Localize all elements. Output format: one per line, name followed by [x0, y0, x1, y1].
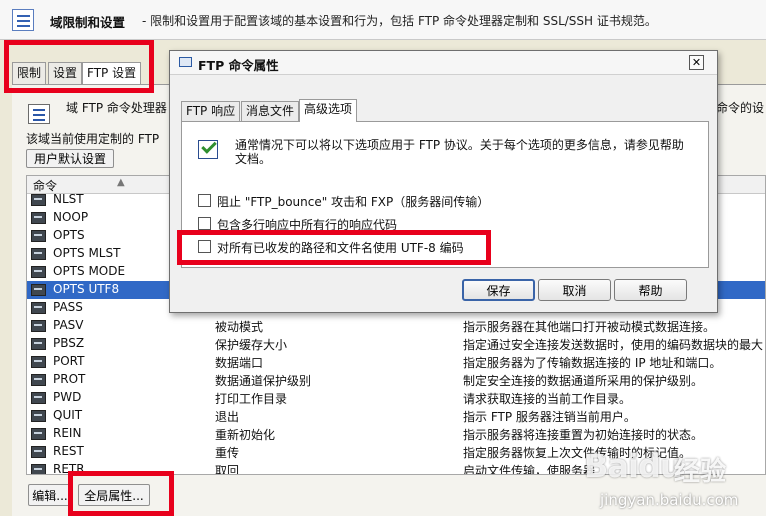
watermark-brand: 经验 — [674, 457, 727, 487]
name-cell: 重新初始化 — [215, 428, 276, 442]
command-cell: PASS — [53, 300, 83, 314]
command-icon — [31, 410, 46, 422]
name-cell: 重传 — [215, 446, 240, 460]
tab-limits[interactable]: 限制 — [12, 62, 47, 84]
custom-note: 该域当前使用定制的 FTP — [26, 132, 160, 146]
ftp-command-properties-dialog: FTP 命令属性 ✕ FTP 响应 消息文件 高级选项 通常情况下可以将以下选项… — [169, 50, 718, 313]
global-properties-button[interactable]: 全局属性... — [78, 484, 150, 506]
multiline-response-checkbox[interactable] — [198, 217, 211, 230]
table-row[interactable]: PBSZ 保护缓存大小 指定通过安全连接发送数据时，使用的编码数据块的最大 — [27, 335, 765, 353]
baidu-jingyan-watermark: Baidu 经验 jingyan.baidu.com — [584, 447, 764, 511]
command-icon — [31, 302, 46, 314]
panel-description: 域 FTP 命令处理器 — [66, 101, 167, 115]
command-cell: PASV — [53, 318, 84, 332]
command-cell: OPTS UTF8 — [53, 282, 120, 296]
name-cell: 保护缓存大小 — [215, 338, 288, 352]
name-cell: 被动模式 — [215, 320, 264, 334]
command-cell: REST — [53, 444, 84, 458]
option-label: 阻止 "FTP_bounce" 攻击和 FXP（服务器间传输） — [217, 195, 490, 209]
command-icon — [31, 284, 46, 296]
page-title: 域限制和设置 — [50, 15, 126, 30]
command-cell: NLST — [53, 192, 84, 206]
panel-description-tail: 命令的设 — [716, 101, 765, 115]
command-icon — [31, 446, 46, 458]
block-ftp-bounce-checkbox[interactable] — [198, 194, 211, 207]
page-description: - 限制和设置用于配置该域的基本设置和行为，包括 FTP 命令处理器定制和 SS… — [142, 14, 657, 28]
command-icon — [31, 356, 46, 368]
command-cell: PROT — [53, 372, 86, 386]
description-cell: 指示服务器在其他端口打开被动模式数据连接。 — [463, 320, 716, 334]
sort-arrow-icon: ▲ — [117, 177, 125, 188]
table-row[interactable]: PORT 数据端口 指定服务器为了传输数据连接的 IP 地址和端口。 — [27, 353, 765, 371]
name-cell: 数据端口 — [215, 356, 264, 370]
command-icon — [31, 392, 46, 404]
description-cell: 指定通过安全连接发送数据时，使用的编码数据块的最大 — [463, 338, 764, 352]
save-button[interactable]: 保存 — [462, 279, 535, 301]
command-cell: OPTS — [53, 228, 85, 242]
command-icon — [31, 374, 46, 386]
advanced-info-text: 通常情况下可以将以下选项应用于 FTP 协议。关于每个选项的更多信息，请参见帮助… — [235, 138, 684, 166]
dialog-title: FTP 命令属性 — [198, 58, 279, 73]
command-cell: OPTS MLST — [53, 246, 121, 260]
dialog-window-icon — [179, 57, 192, 67]
dialog-titlebar[interactable]: FTP 命令属性 ✕ — [170, 51, 717, 75]
description-cell: 请求获取连接的当前工作目录。 — [463, 392, 632, 406]
command-icon — [31, 428, 46, 440]
table-row[interactable]: PROT 数据通道保护级别 制定安全连接的数据通道所采用的保护级别。 — [27, 371, 765, 389]
command-cell: OPTS MODE — [53, 264, 126, 278]
checklist-icon — [197, 138, 221, 162]
command-cell: PORT — [53, 354, 85, 368]
name-cell: 退出 — [215, 410, 240, 424]
settings-list-icon — [12, 9, 34, 31]
command-icon — [31, 338, 46, 350]
watermark-url: jingyan.baidu.com — [600, 491, 739, 509]
command-list-icon — [22, 104, 52, 126]
command-cell: RETR — [53, 462, 85, 475]
option-label: 对所有已收发的路径和文件名使用 UTF-8 编码 — [217, 241, 464, 255]
command-cell: NOOP — [53, 210, 89, 224]
table-row[interactable]: REIN 重新初始化 指示服务器将连接重置为初始连接时的状态。 — [27, 425, 765, 443]
command-cell: REIN — [53, 426, 82, 440]
header-bar: 域限制和设置 - 限制和设置用于配置该域的基本设置和行为，包括 FTP 命令处理… — [0, 0, 766, 40]
command-icon — [31, 320, 46, 332]
watermark-logo: Baidu — [584, 447, 683, 485]
tab-advanced-options[interactable]: 高级选项 — [299, 99, 358, 122]
close-icon[interactable]: ✕ — [689, 55, 704, 70]
user-default-button[interactable]: 用户默认设置 — [26, 149, 114, 168]
cancel-button[interactable]: 取消 — [538, 279, 611, 301]
command-icon — [31, 464, 46, 474]
command-cell: PBSZ — [53, 336, 85, 350]
option-label: 包含多行响应中所有行的响应代码 — [217, 218, 398, 232]
name-cell: 数据通道保护级别 — [215, 374, 312, 388]
description-cell: 指示 FTP 服务器注销当前用户。 — [463, 410, 636, 424]
table-row[interactable]: QUIT 退出 指示 FTP 服务器注销当前用户。 — [27, 407, 765, 425]
command-icon — [31, 248, 46, 260]
edit-button[interactable]: 编辑... — [28, 484, 72, 506]
help-button[interactable]: 帮助 — [614, 279, 687, 301]
table-row[interactable]: PASV 被动模式 指示服务器在其他端口打开被动模式数据连接。 — [27, 317, 765, 335]
command-icon — [31, 266, 46, 278]
command-icon — [31, 212, 46, 224]
utf8-encoding-checkbox[interactable] — [198, 240, 211, 253]
description-cell: 制定安全连接的数据通道所采用的保护级别。 — [463, 374, 704, 388]
table-row[interactable]: PWD 打印工作目录 请求获取连接的当前工作目录。 — [27, 389, 765, 407]
name-cell: 打印工作目录 — [215, 392, 288, 406]
command-cell: QUIT — [53, 408, 83, 422]
command-icon — [31, 194, 46, 206]
description-cell: 启动文件传输，使服务器 — [463, 464, 596, 475]
command-cell: PWD — [53, 390, 82, 404]
description-cell: 指定服务器为了传输数据连接的 IP 地址和端口。 — [463, 356, 722, 370]
tab-settings[interactable]: 设置 — [48, 62, 83, 84]
command-icon — [31, 230, 46, 242]
description-cell: 指示服务器将连接重置为初始连接时的状态。 — [463, 428, 704, 442]
tab-ftp-settings[interactable]: FTP 设置 — [82, 62, 142, 84]
name-cell: 取回 — [215, 464, 240, 475]
tab-ftp-response[interactable]: FTP 响应 — [181, 101, 241, 121]
tab-message-files[interactable]: 消息文件 — [241, 101, 300, 121]
